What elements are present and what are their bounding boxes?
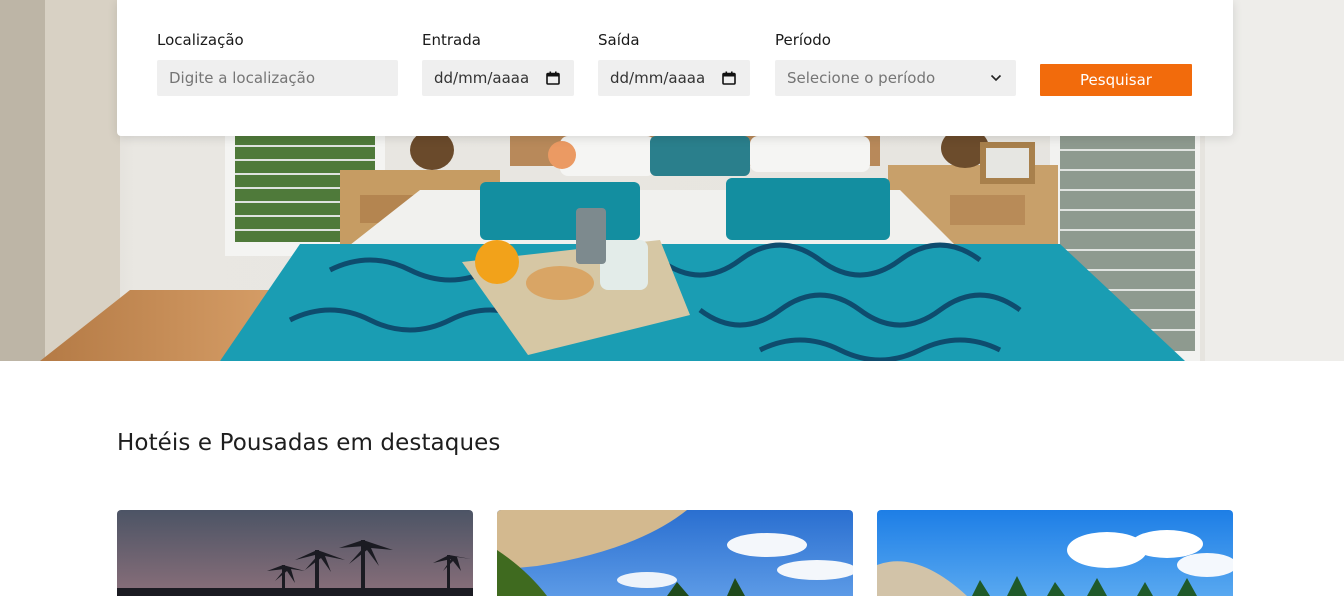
search-panel: Localização Digite a localização Entrada… bbox=[117, 0, 1233, 136]
period-select[interactable]: Selecione o período bbox=[775, 60, 1016, 96]
checkout-label: Saída bbox=[598, 31, 640, 49]
chevron-down-icon bbox=[990, 74, 1002, 82]
featured-section-title: Hotéis e Pousadas em destaques bbox=[117, 430, 501, 456]
checkin-date-input[interactable]: dd/mm/aaaa bbox=[422, 60, 574, 96]
checkin-date-value: dd/mm/aaaa bbox=[434, 69, 530, 87]
location-field: Localização Digite a localização bbox=[157, 30, 398, 96]
location-label: Localização bbox=[157, 31, 244, 49]
calendar-icon[interactable] bbox=[546, 71, 560, 85]
checkin-field: Entrada dd/mm/aaaa bbox=[422, 30, 574, 96]
sunset-palm-trees-photo bbox=[117, 510, 473, 596]
featured-card[interactable] bbox=[497, 510, 853, 596]
calendar-icon[interactable] bbox=[722, 71, 736, 85]
checkout-field: Saída dd/mm/aaaa bbox=[598, 30, 750, 96]
checkout-date-value: dd/mm/aaaa bbox=[610, 69, 706, 87]
featured-card[interactable] bbox=[117, 510, 473, 596]
featured-card[interactable] bbox=[877, 510, 1233, 596]
period-field: Período Selecione o período bbox=[775, 30, 1016, 96]
checkin-label: Entrada bbox=[422, 31, 481, 49]
period-label: Período bbox=[775, 31, 831, 49]
checkout-date-input[interactable]: dd/mm/aaaa bbox=[598, 60, 750, 96]
tropical-beach-clouds-photo bbox=[877, 510, 1233, 596]
period-select-value: Selecione o período bbox=[787, 69, 936, 87]
search-button[interactable]: Pesquisar bbox=[1040, 64, 1192, 96]
beach-umbrella-palms-photo bbox=[497, 510, 853, 596]
location-input[interactable]: Digite a localização bbox=[157, 60, 398, 96]
